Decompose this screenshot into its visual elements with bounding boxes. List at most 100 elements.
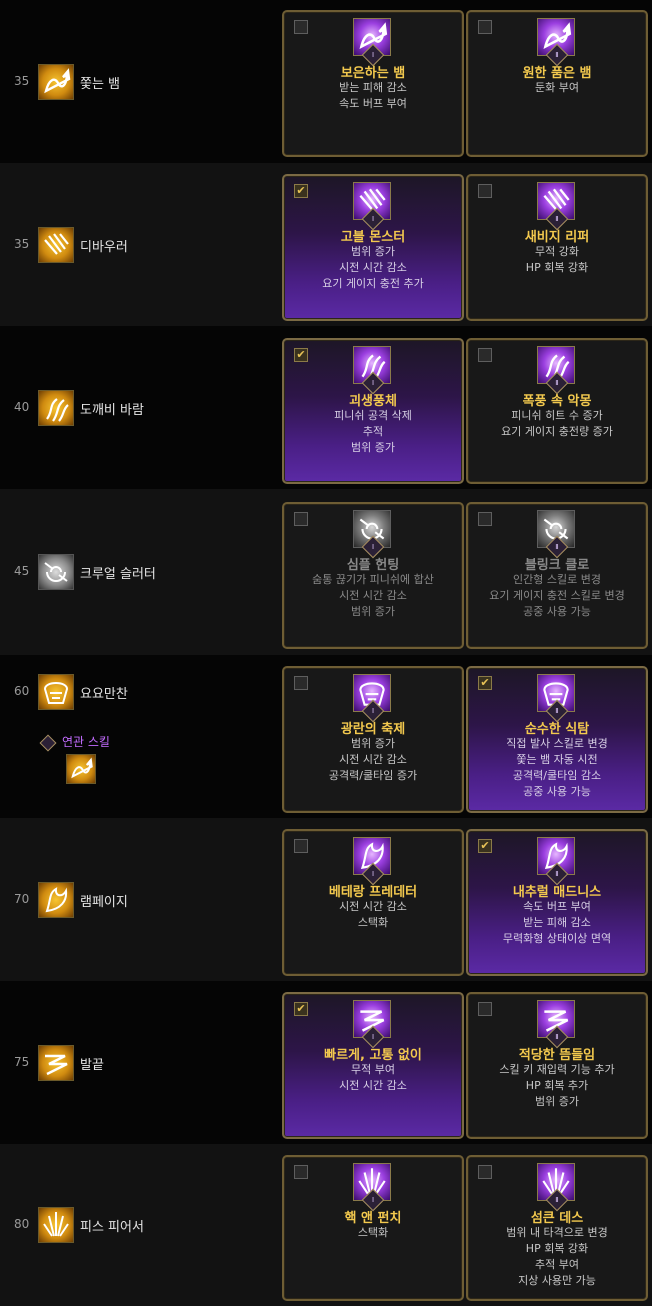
option-effect-line: 피니쉬 히트 수 증가	[511, 409, 603, 422]
skill-level: 80	[14, 1217, 30, 1231]
option-checkbox[interactable]	[478, 20, 492, 34]
option-description: 피니쉬 공격 삭제추적범위 증가	[284, 408, 462, 456]
option-checkbox[interactable]	[294, 512, 308, 526]
option-checkbox[interactable]	[478, 348, 492, 362]
option-effect-line: 스택화	[357, 1226, 389, 1239]
feast-icon[interactable]	[38, 674, 74, 710]
option-effect-line: 시전 시간 감소	[339, 1079, 407, 1092]
option-name: 고블 몬스터	[340, 230, 406, 245]
option-effect-line: 범위 증가	[351, 605, 395, 618]
claw-icon[interactable]	[38, 227, 74, 263]
option-effect-line: 시전 시간 감소	[339, 589, 407, 602]
tripod-option-card[interactable]: Ⅱ 블링크 클로 인간형 스킬로 변경 요기 게이지 충전 스킬로 변경 공중 사용 가…	[466, 502, 648, 649]
option-effect-line: 스택화	[357, 916, 389, 929]
option-effect-line: 공격력/쿨타임 증가	[328, 769, 418, 782]
vortex-icon[interactable]	[38, 554, 74, 590]
tripod-option-card[interactable]: ✔ Ⅱ 순수한 식탐 직접 발사 스킬로 변경 쫓는 뱀 자동 시전 공격력/쿨타임 감소…	[466, 666, 648, 813]
skill-level: 35	[14, 237, 30, 251]
tripod-option-card[interactable]: Ⅱ 섬큰 데스 범위 내 타격으로 변경 HP 회복 강화 추적 부여 지상 사용만 가능	[466, 1155, 648, 1301]
option-checkbox[interactable]	[294, 676, 308, 690]
tripod-option-card[interactable]: ✔ Ⅰ 빠르게, 고통 없이 무적 부여 시전 시간 감소	[282, 992, 464, 1139]
option-description: 스킬 키 재입력 기능 추가 HP 회복 추가범위 증가	[468, 1062, 646, 1110]
serpent-icon[interactable]	[66, 754, 96, 784]
tripod-option-card[interactable]: Ⅰ핵 앤 펀치 스택화	[282, 1155, 464, 1301]
option-description: 피니쉬 히트 수 증가 요기 게이지 충전량 증가	[468, 408, 646, 440]
option-effect-line: 속도 버프 부여	[523, 900, 591, 913]
option-effect-line: 무적 부여	[351, 1063, 395, 1076]
tripod-option-card[interactable]: ✔ Ⅱ 내추럴 매드니스 속도 버프 부여 받는 피해 감소 무력화형 상태이상 면역	[466, 829, 648, 976]
option-checkbox[interactable]: ✔	[294, 348, 308, 362]
option-description: 범위 증가 시전 시간 감소 요기 게이지 충전 추가	[284, 244, 462, 292]
tripod-option-card[interactable]: Ⅰ 베테랑 프레데터 시전 시간 감소 스택화	[282, 829, 464, 976]
option-name: 괴생풍체	[349, 394, 397, 409]
option-effect-line: 요기 게이지 충전 추가	[322, 277, 424, 290]
option-effect-line: 지상 사용만 가능	[518, 1274, 596, 1287]
option-effect-line: 시전 시간 감소	[339, 753, 407, 766]
tripod-option-card[interactable]: Ⅰ 심플 헌팅 숨통 끊기가 피니쉬에 합산 시전 시간 감소 범위 증가	[282, 502, 464, 649]
tripod-option-card[interactable]: Ⅰ 광란의 축제 범위 증가 시전 시간 감소 공격력/쿨타임 증가	[282, 666, 464, 813]
tripod-option-card[interactable]: Ⅱ 폭풍 속 악몽 피니쉬 히트 수 증가 요기 게이지 충전량 증가	[466, 338, 648, 484]
option-checkbox[interactable]	[478, 512, 492, 526]
skill-name: 램페이지	[80, 895, 128, 910]
spike-icon[interactable]	[38, 1207, 74, 1243]
related-skill-label: 연관 스킬	[39, 733, 110, 751]
skill-row: 40 도깨비 바람 ✔ Ⅰ 괴생풍체 피니쉬 공격 삭제 추적 범위 증가 Ⅱ 폭풍 속 악몽 피니…	[0, 326, 652, 489]
option-checkbox[interactable]	[478, 1002, 492, 1016]
option-checkbox[interactable]: ✔	[478, 676, 492, 690]
option-checkbox[interactable]	[478, 1165, 492, 1179]
slash-icon[interactable]	[38, 1045, 74, 1081]
skill-level: 70	[14, 892, 30, 906]
option-checkbox[interactable]	[294, 20, 308, 34]
option-checkbox[interactable]: ✔	[478, 839, 492, 853]
tripod-option-card[interactable]: Ⅱ 새비지 리퍼 무적 강화 HP 회복 강화	[466, 174, 648, 321]
skill-name: 도깨비 바람	[80, 403, 144, 418]
option-name: 폭풍 속 악몽	[522, 394, 592, 409]
option-description: 무적 강화 HP 회복 강화	[468, 244, 646, 276]
option-effect-line: 공격력/쿨타임 감소	[512, 769, 602, 782]
option-description: 무적 부여시전 시간 감소	[284, 1062, 462, 1094]
option-effect-line: 추적	[362, 425, 384, 438]
option-checkbox[interactable]	[294, 839, 308, 853]
option-effect-line: 받는 피해 감소	[523, 916, 591, 929]
skill-level: 35	[14, 74, 30, 88]
option-effect-line: 공중 사용 가능	[523, 785, 591, 798]
option-description: 범위 증가 시전 시간 감소 공격력/쿨타임 증가	[284, 736, 462, 784]
tripod-option-card[interactable]: Ⅰ 보은하는 뱀 받는 피해 감소 속도 버프 부여	[282, 10, 464, 157]
option-name: 원한 품은 뱀	[522, 66, 592, 81]
option-effect-line: 공중 사용 가능	[523, 605, 591, 618]
skill-info: 40 도깨비 바람	[0, 326, 275, 489]
option-name: 새비지 리퍼	[524, 230, 590, 245]
skill-level: 75	[14, 1055, 30, 1069]
option-name: 내추럴 매드니스	[512, 885, 602, 900]
option-name: 순수한 식탐	[524, 722, 590, 737]
option-checkbox[interactable]: ✔	[294, 184, 308, 198]
option-effect-line: 직접 발사 스킬로 변경	[506, 737, 608, 750]
skill-name: 디바우러	[80, 240, 128, 255]
skill-level: 40	[14, 400, 30, 414]
option-checkbox[interactable]	[294, 1165, 308, 1179]
tripod-option-card[interactable]: ✔ Ⅰ 고블 몬스터 범위 증가 시전 시간 감소 요기 게이지 충전 추가	[282, 174, 464, 321]
tripod-option-card[interactable]: Ⅱ 원한 품은 뱀 둔화 부여	[466, 10, 648, 157]
option-description: 인간형 스킬로 변경 요기 게이지 충전 스킬로 변경 공중 사용 가능	[468, 572, 646, 620]
option-effect-line: 범위 증가	[351, 441, 395, 454]
rampage-icon[interactable]	[38, 882, 74, 918]
option-name: 심플 헌팅	[346, 558, 400, 573]
skill-row: 75 발끝 ✔ Ⅰ 빠르게, 고통 없이 무적 부여 시전 시간 감소 Ⅱ 적당한 뜸들임 스킬 …	[0, 981, 652, 1144]
option-name: 섬큰 데스	[530, 1211, 584, 1226]
option-effect-line: 스킬 키 재입력 기능 추가	[499, 1063, 615, 1076]
skill-info: 45 크루얼 슬러터	[0, 489, 275, 655]
tripod-option-card[interactable]: ✔ Ⅰ 괴생풍체 피니쉬 공격 삭제 추적 범위 증가	[282, 338, 464, 484]
skill-name: 요요만찬	[80, 687, 128, 702]
tripod-option-card[interactable]: Ⅱ 적당한 뜸들임 스킬 키 재입력 기능 추가 HP 회복 추가 범위 증가	[466, 992, 648, 1139]
wind-icon[interactable]	[38, 390, 74, 426]
serpent-icon[interactable]	[38, 64, 74, 100]
option-checkbox[interactable]	[478, 184, 492, 198]
option-effect-line: HP 회복 추가	[525, 1079, 589, 1092]
skill-info: 75 발끝	[0, 981, 275, 1144]
option-effect-line: 범위 증가	[535, 1095, 579, 1108]
option-description: 범위 내 타격으로 변경 HP 회복 강화 추적 부여 지상 사용만 가능	[468, 1225, 646, 1289]
skill-info: 70 램페이지	[0, 818, 275, 981]
option-effect-line: 피니쉬 공격 삭제	[334, 409, 412, 422]
skill-row: 70 램페이지 Ⅰ 베테랑 프레데터 시전 시간 감소 스택화 ✔ Ⅱ 내추럴 매드니스 속도 버…	[0, 818, 652, 981]
option-checkbox[interactable]: ✔	[294, 1002, 308, 1016]
